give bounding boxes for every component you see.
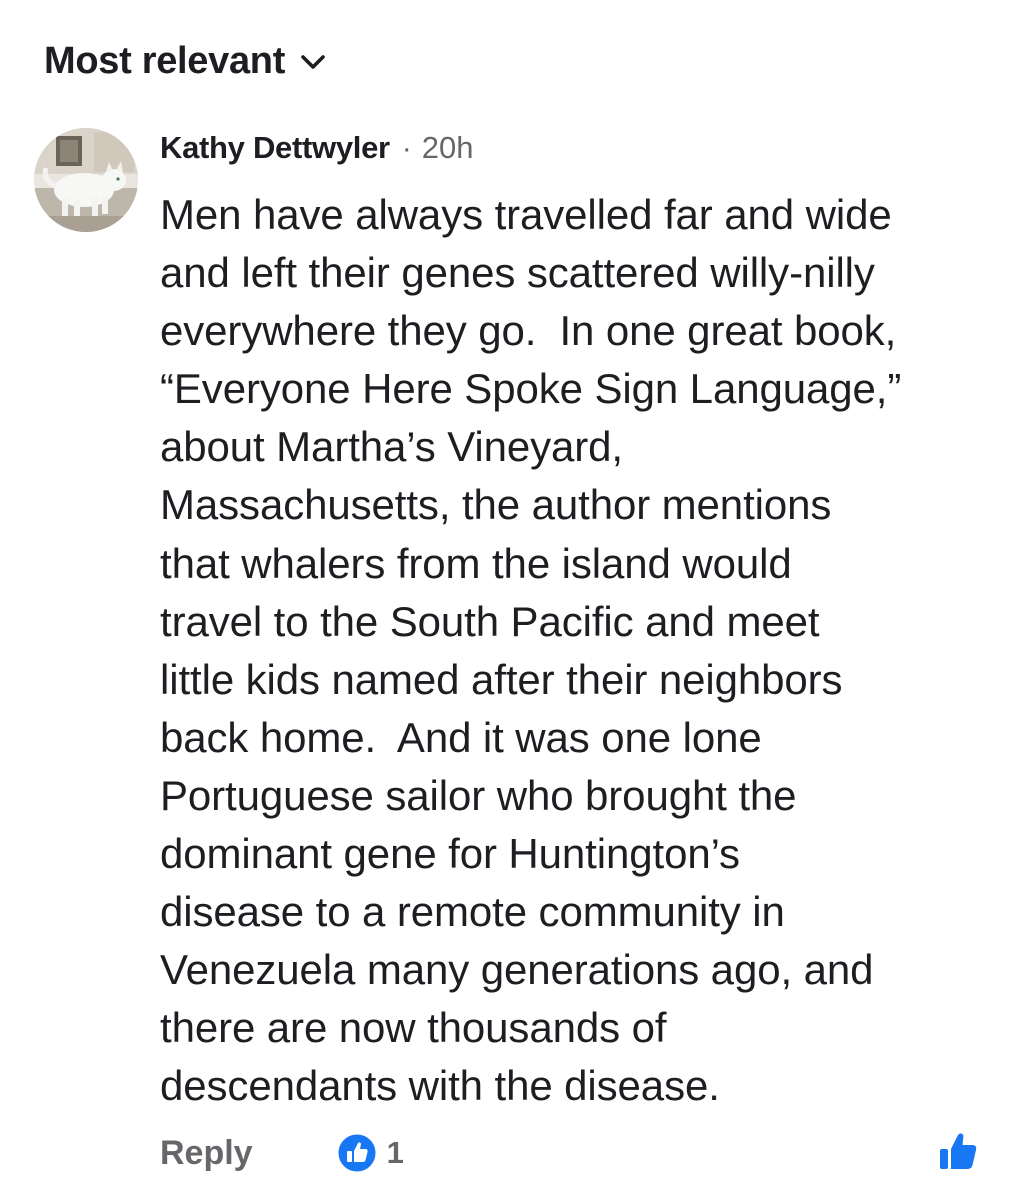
like-count: 1 bbox=[386, 1135, 404, 1170]
avatar-cat-photo bbox=[34, 128, 138, 232]
meta-separator: · bbox=[401, 132, 412, 165]
comment-line: everywhere they go. In one great book, bbox=[160, 307, 897, 355]
comment-line: little kids named after their neighbors bbox=[160, 655, 843, 703]
comment-line: descendants with the disease. bbox=[160, 1062, 720, 1110]
comment-line: back home. And it was one lone bbox=[160, 713, 762, 761]
comment-actions: Reply 1 bbox=[160, 1128, 980, 1178]
comment-line: Venezuela many generations ago, and bbox=[160, 946, 874, 994]
comment-line: Portuguese sailor who brought the bbox=[160, 771, 797, 819]
comment-text: Men have always travelled far and wide a… bbox=[160, 186, 1000, 1116]
avatar[interactable] bbox=[34, 128, 138, 232]
comment-line: and left their genes scattered willy-nil… bbox=[160, 249, 875, 297]
comment-timestamp[interactable]: 20h bbox=[422, 130, 474, 166]
comment-line: disease to a remote community in bbox=[160, 888, 785, 936]
sort-dropdown[interactable]: Most relevant bbox=[44, 40, 327, 83]
comment-line: about Martha’s Vineyard, bbox=[160, 423, 624, 471]
chevron-down-icon bbox=[301, 54, 325, 69]
comment-line: Massachusetts, the author mentions bbox=[160, 481, 832, 529]
comment-line: Men have always travelled far and wide bbox=[160, 191, 892, 238]
reaction-summary[interactable]: 1 bbox=[337, 1133, 404, 1173]
like-reaction-icon bbox=[337, 1133, 377, 1173]
comment-header: Kathy Dettwyler · 20h bbox=[160, 130, 474, 166]
comment-author[interactable]: Kathy Dettwyler bbox=[160, 130, 390, 166]
comment-line: “Everyone Here Spoke Sign Language,” bbox=[160, 365, 902, 413]
comment-line: travel to the South Pacific and meet bbox=[160, 597, 820, 645]
comment-line: that whalers from the island would bbox=[160, 539, 792, 587]
comment-line: dominant gene for Huntington’s bbox=[160, 830, 740, 878]
comment-line: there are now thousands of bbox=[160, 1004, 667, 1052]
sort-label: Most relevant bbox=[44, 40, 286, 82]
reply-button[interactable]: Reply bbox=[160, 1134, 253, 1173]
like-thumbs-up-icon[interactable] bbox=[936, 1130, 980, 1174]
